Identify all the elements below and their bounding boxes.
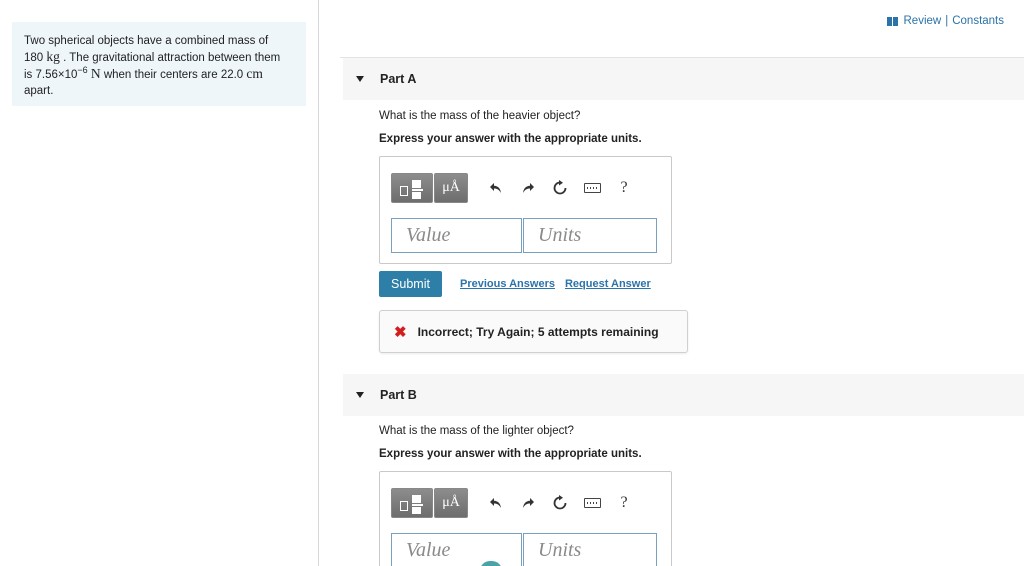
review-link[interactable]: Review — [904, 15, 942, 27]
part-a-label: Part A — [380, 72, 417, 86]
part-a-instruction: Express your answer with the appropriate… — [379, 133, 642, 145]
reset-icon[interactable] — [544, 488, 576, 518]
mass-unit: kg — [46, 49, 60, 64]
part-b-toolbar: μÅ ? — [391, 483, 660, 523]
part-b-question: What is the mass of the lighter object? — [379, 425, 574, 437]
part-a-actions: Submit Previous Answers Request Answer — [379, 271, 651, 297]
mass-value: 180 — [24, 52, 44, 64]
help-icon[interactable]: ? — [608, 488, 640, 518]
part-b-inputs — [391, 533, 657, 566]
value-input[interactable] — [391, 533, 522, 566]
constants-link[interactable]: Constants — [952, 15, 1004, 27]
units-input[interactable] — [523, 218, 657, 253]
value-input[interactable] — [391, 218, 522, 253]
request-answer-link[interactable]: Request Answer — [565, 278, 651, 290]
reset-icon[interactable] — [544, 173, 576, 203]
problem-text: when their centers are — [103, 69, 218, 81]
link-separator: | — [945, 15, 949, 27]
redo-icon[interactable] — [512, 488, 544, 518]
templates-icon[interactable] — [391, 173, 433, 203]
units-button[interactable]: μÅ — [434, 173, 468, 203]
undo-icon[interactable] — [480, 488, 512, 518]
caret-down-icon[interactable] — [356, 392, 364, 398]
help-icon[interactable]: ? — [608, 173, 640, 203]
redo-icon[interactable] — [512, 173, 544, 203]
templates-icon[interactable] — [391, 488, 433, 518]
part-a-header[interactable]: Part A — [343, 58, 1024, 100]
force-unit: N — [90, 66, 101, 81]
error-icon: ✖ — [394, 323, 407, 341]
problem-statement: Two spherical objects have a combined ma… — [12, 22, 306, 106]
feedback-text: Incorrect; Try Again; 5 attempts remaini… — [417, 324, 659, 339]
part-b-label: Part B — [380, 388, 417, 402]
part-a-inputs — [391, 218, 657, 253]
units-input[interactable] — [523, 533, 657, 566]
part-a-toolbar: μÅ ? — [391, 168, 660, 208]
top-links: Review | Constants — [886, 15, 1004, 27]
keyboard-icon[interactable] — [576, 488, 608, 518]
feedback-message: ✖ Incorrect; Try Again; 5 attempts remai… — [379, 310, 688, 353]
distance-value: 22.0 — [220, 69, 244, 81]
problem-text: apart. — [24, 85, 54, 97]
part-b-answer-box: μÅ ? — [379, 471, 672, 566]
submit-button[interactable]: Submit — [379, 271, 442, 297]
part-a-question: What is the mass of the heavier object? — [379, 110, 581, 122]
previous-answers-link[interactable]: Previous Answers — [460, 278, 555, 290]
caret-down-icon[interactable] — [356, 76, 364, 82]
force-exponent: −6 — [77, 65, 88, 76]
part-a-answer-box: μÅ ? — [379, 156, 672, 264]
panel-divider — [318, 0, 319, 566]
keyboard-icon[interactable] — [576, 173, 608, 203]
units-button[interactable]: μÅ — [434, 488, 468, 518]
problem-text: . The gravitational attraction between t… — [63, 52, 281, 64]
part-b-header[interactable]: Part B — [343, 374, 1024, 416]
force-value: is 7.56×10 — [24, 69, 78, 81]
distance-unit: cm — [246, 66, 263, 81]
undo-icon[interactable] — [480, 173, 512, 203]
problem-text: Two spherical objects have a combined ma… — [24, 35, 269, 47]
book-icon — [886, 16, 898, 26]
part-b-instruction: Express your answer with the appropriate… — [379, 448, 642, 460]
